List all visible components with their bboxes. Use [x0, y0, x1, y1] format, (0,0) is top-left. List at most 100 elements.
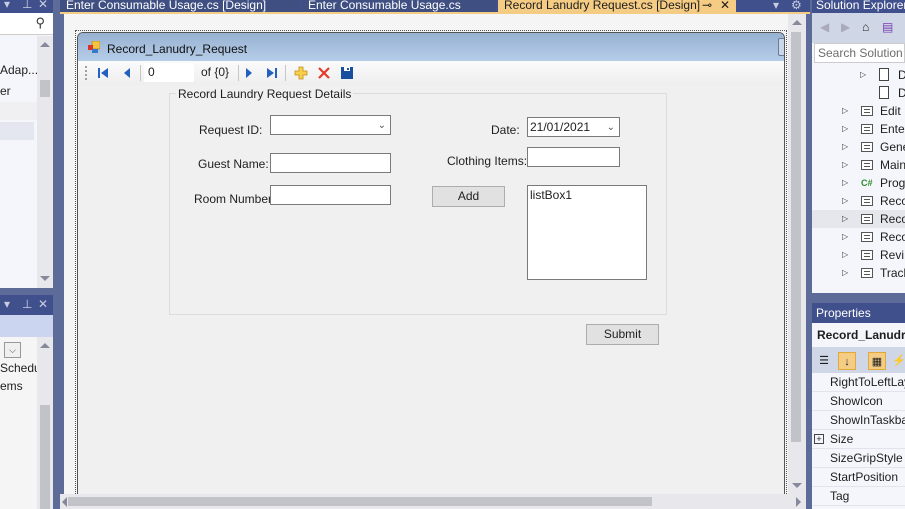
move-last-icon[interactable]: [264, 65, 280, 81]
scroll-up-icon[interactable]: [792, 20, 802, 25]
left-panel-search[interactable]: ⚲: [0, 13, 53, 35]
scroll-left-icon[interactable]: [62, 497, 67, 507]
close-icon[interactable]: ✕: [38, 297, 48, 311]
expand-icon[interactable]: ▷: [842, 246, 848, 264]
solution-tree-item[interactable]: ▷ C# Prog: [812, 174, 905, 192]
scroll-thumb[interactable]: [40, 80, 50, 97]
add-new-icon[interactable]: [293, 65, 309, 81]
tab-dropdown-icon[interactable]: ▾: [773, 0, 779, 12]
solution-tree-item[interactable]: ▷ Reco: [812, 228, 905, 246]
save-icon[interactable]: [339, 65, 355, 81]
alphabetical-icon[interactable]: ↓: [838, 352, 856, 370]
solution-tree-item[interactable]: ▷ Reco: [812, 192, 905, 210]
room-number-input[interactable]: [270, 185, 391, 205]
solution-tree-item[interactable]: ▷ Main: [812, 156, 905, 174]
solution-tree-item[interactable]: ▷ Edit: [812, 102, 905, 120]
list-item[interactable]: er: [0, 84, 11, 98]
listbox-item[interactable]: listBox1: [530, 188, 572, 202]
left-bottom-scrollbar[interactable]: [37, 337, 53, 509]
clothing-items-input[interactable]: [527, 147, 620, 167]
property-row[interactable]: ShowIcon: [812, 392, 905, 411]
toolbar-grip[interactable]: [85, 66, 87, 80]
back-icon[interactable]: ◀: [820, 20, 829, 34]
home-icon[interactable]: ⌂: [862, 20, 869, 34]
scroll-up-icon[interactable]: [40, 42, 50, 47]
properties-icon[interactable]: ▦: [868, 352, 886, 370]
solution-tree-item[interactable]: ▷ Ente: [812, 120, 905, 138]
clothing-items-listbox[interactable]: listBox1: [527, 185, 647, 280]
date-value: 21/01/2021: [530, 120, 591, 134]
designer-horizontal-scrollbar[interactable]: [60, 494, 806, 509]
scroll-thumb[interactable]: [791, 32, 801, 442]
close-icon[interactable]: ✕: [720, 0, 730, 11]
room-number-label: Room Number:: [194, 192, 276, 206]
expand-plus-icon[interactable]: +: [814, 434, 824, 444]
property-row[interactable]: ShowInTaskba: [812, 411, 905, 430]
forward-icon[interactable]: ▶: [841, 20, 850, 34]
list-item[interactable]: Adap...: [0, 63, 38, 77]
delete-icon[interactable]: [316, 65, 332, 81]
list-item[interactable]: ems: [0, 379, 23, 393]
solution-tree-item[interactable]: ▷ Reco: [812, 210, 905, 228]
position-item-input[interactable]: 0: [144, 63, 194, 82]
property-row[interactable]: StartPosition: [812, 468, 905, 487]
dropdown-icon[interactable]: ▾: [4, 0, 10, 11]
list-row-selected[interactable]: [0, 122, 34, 140]
scroll-down-icon[interactable]: [40, 276, 50, 281]
expand-icon[interactable]: ▷: [842, 174, 848, 192]
close-icon[interactable]: ✕: [38, 0, 48, 11]
expand-icon[interactable]: ▷: [842, 120, 848, 138]
move-previous-icon[interactable]: [119, 65, 135, 81]
property-row[interactable]: RightToLeftLay: [812, 373, 905, 392]
dropdown-icon[interactable]: ▾: [4, 297, 10, 311]
pin-icon[interactable]: ⊥: [22, 297, 32, 311]
categorized-icon[interactable]: ☰: [815, 352, 833, 370]
property-row[interactable]: + Size: [812, 430, 905, 449]
submit-button[interactable]: Submit: [586, 324, 659, 345]
add-button[interactable]: Add: [432, 186, 505, 207]
guest-name-input[interactable]: [270, 153, 391, 173]
scroll-thumb[interactable]: [40, 405, 50, 509]
expand-icon[interactable]: ▷: [842, 228, 848, 246]
move-first-icon[interactable]: [95, 65, 111, 81]
expand-icon[interactable]: ▷: [842, 264, 848, 282]
events-icon[interactable]: ⚡: [890, 352, 905, 370]
solution-tree-item[interactable]: D: [812, 84, 905, 102]
solution-search-input[interactable]: Search Solution E: [814, 43, 905, 63]
expand-icon[interactable]: ▷: [842, 192, 848, 210]
tab-record-laundry-request-design[interactable]: Record Lanudry Request.cs [Design] ⊸ ✕: [498, 0, 736, 12]
move-next-icon[interactable]: [241, 65, 257, 81]
solution-tree-item[interactable]: ▷ Track: [812, 264, 905, 282]
expand-icon[interactable]: ▷: [842, 210, 848, 228]
chevron-down-icon[interactable]: ⌵: [4, 342, 21, 358]
scroll-thumb[interactable]: [68, 497, 652, 506]
switch-views-icon[interactable]: ▤: [882, 20, 893, 34]
designed-form[interactable]: Record_Lanudry_Request 0 of {0} Record L…: [77, 32, 785, 498]
request-id-combobox[interactable]: ⌄: [270, 115, 391, 135]
tab-enter-consumable-usage-design[interactable]: Enter Consumable Usage.cs [Design]: [60, 0, 300, 12]
expand-icon[interactable]: ▷: [842, 138, 848, 156]
left-panel-scrollbar[interactable]: [37, 36, 53, 288]
solution-tree-item[interactable]: ▷ Gene: [812, 138, 905, 156]
scroll-up-icon[interactable]: [40, 343, 50, 348]
search-icon[interactable]: ⚲: [35, 15, 45, 31]
pin-icon[interactable]: ⊥: [22, 0, 32, 11]
solution-tree-item[interactable]: ▷ D: [812, 66, 905, 84]
scroll-down-icon[interactable]: [792, 483, 802, 488]
expand-icon[interactable]: ▷: [842, 102, 848, 120]
solution-tree-item[interactable]: ▷ Revi: [812, 246, 905, 264]
chevron-down-icon[interactable]: ⌄: [378, 117, 386, 135]
expand-icon[interactable]: ▷: [860, 66, 866, 84]
tab-enter-consumable-usage-code[interactable]: Enter Consumable Usage.cs: [302, 0, 496, 12]
list-row[interactable]: [0, 102, 37, 120]
property-row[interactable]: Tag: [812, 487, 905, 506]
designer-vertical-scrollbar[interactable]: [788, 14, 806, 495]
scroll-right-icon[interactable]: [796, 497, 801, 507]
pin-icon[interactable]: ⊸: [702, 0, 712, 11]
expand-icon[interactable]: ▷: [842, 156, 848, 174]
property-row[interactable]: SizeGripStyle: [812, 449, 905, 468]
date-picker[interactable]: 21/01/2021 ⌄: [527, 117, 620, 137]
chevron-down-icon[interactable]: ⌄: [607, 119, 615, 137]
gear-icon[interactable]: ⚙: [791, 0, 802, 12]
properties-object-selector[interactable]: Record_Lanudry: [812, 323, 905, 347]
